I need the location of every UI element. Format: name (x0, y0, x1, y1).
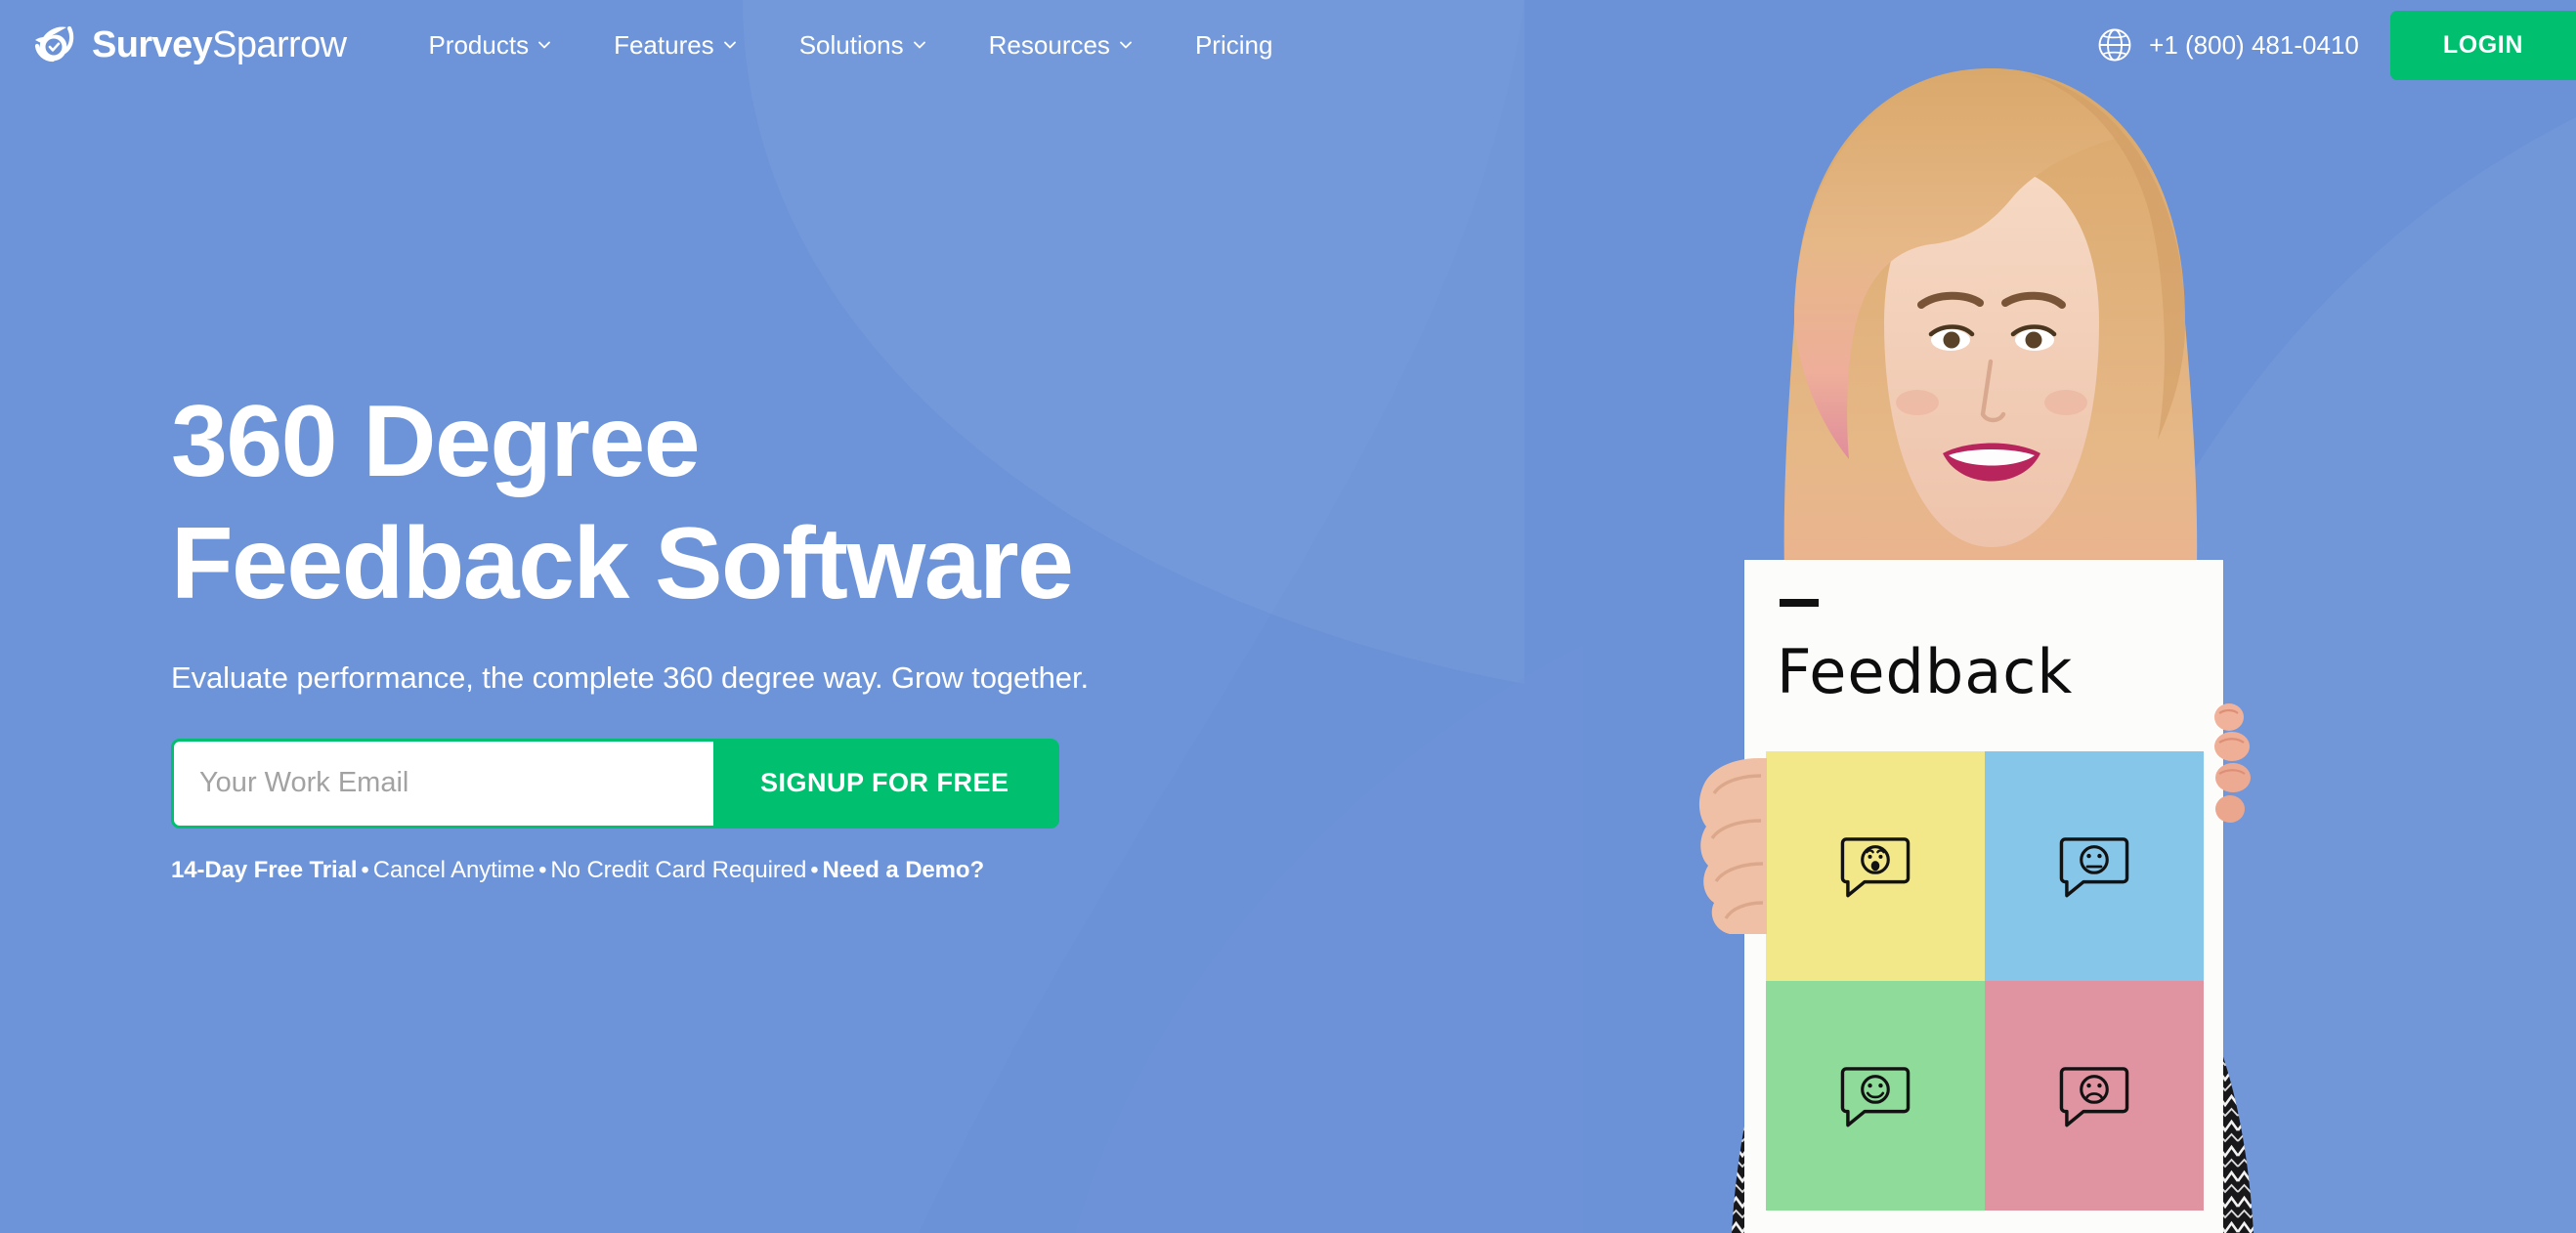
trial-no-credit-card: No Credit Card Required (550, 856, 807, 883)
chevron-down-icon (1119, 38, 1133, 52)
neutral-face-bubble-icon (2059, 836, 2129, 897)
trial-cancel-anytime: Cancel Anytime (372, 856, 536, 883)
logo[interactable]: SurveySparrow (29, 21, 347, 69)
nav-label-solutions: Solutions (798, 29, 904, 60)
hero-subheadline: Evaluate performance, the complete 360 d… (171, 659, 1089, 695)
chevron-down-icon (913, 38, 926, 52)
quadrant-sad (1985, 981, 2204, 1211)
nav-item-products[interactable]: Products (397, 30, 582, 61)
nav-item-features[interactable]: Features (582, 30, 768, 61)
page-title: 360 Degree Feedback Software (171, 381, 1588, 625)
logo-wordmark: SurveySparrow (92, 23, 347, 66)
sparrow-bird-check-logo-icon (29, 21, 78, 69)
headline-line-2: Feedback Software (171, 506, 1074, 620)
feedback-quadrant-grid (1766, 751, 2204, 1211)
login-button[interactable]: LOGIN (2389, 10, 2576, 80)
board-title: Feedback (1777, 636, 2074, 707)
right-hand (2214, 703, 2251, 823)
chevron-down-icon (723, 38, 737, 52)
hero-copy: 360 Degree Feedback Software Evaluate pe… (171, 381, 1588, 884)
signup-form: SIGNUP FOR FREE (171, 738, 1059, 829)
headline-line-1: 360 Degree (171, 385, 701, 498)
phone-number[interactable]: +1 (800) 481-0410 (2149, 30, 2359, 61)
globe-icon[interactable] (2096, 26, 2133, 64)
nav-label-resources: Resources (988, 29, 1110, 60)
logo-word-sparrow: Sparrow (212, 23, 347, 65)
happy-face-bubble-icon (1840, 1066, 1911, 1127)
need-a-demo-link[interactable]: Need a Demo? (823, 857, 985, 883)
chevron-down-icon (537, 38, 551, 52)
left-hand (1698, 758, 1767, 934)
surprised-face-bubble-icon (1840, 836, 1911, 897)
nav-label-products: Products (428, 29, 530, 60)
nav-item-pricing[interactable]: Pricing (1164, 30, 1304, 61)
quadrant-neutral (1985, 751, 2204, 981)
trial-info: 14-Day Free Trial • Cancel Anytime • No Cred… (171, 857, 1588, 884)
nav-item-solutions[interactable]: Solutions (768, 30, 958, 61)
trial-separator-1: • (361, 856, 369, 883)
hero-section: 360 Degree Feedback Software Evaluate pe… (0, 0, 2576, 1233)
email-field[interactable] (174, 741, 713, 826)
board-dash-mark (1780, 599, 1819, 607)
main-navigation: Products Features Solutions Resources Pr… (397, 30, 1304, 61)
trial-separator-2: • (538, 856, 547, 883)
quadrant-happy (1766, 981, 1985, 1211)
sad-face-bubble-icon (2059, 1066, 2129, 1127)
nav-label-features: Features (614, 29, 714, 60)
quadrant-surprised (1766, 751, 1985, 981)
header-actions: +1 (800) 481-0410 LOGIN (2096, 10, 2576, 80)
site-header: SurveySparrow Products Features Solution… (0, 0, 2576, 90)
nav-item-resources[interactable]: Resources (958, 30, 1164, 61)
feedback-board: Feedback (1744, 560, 2223, 1233)
trial-separator-3: • (810, 856, 819, 883)
signup-button[interactable]: SIGNUP FOR FREE (713, 741, 1056, 826)
nav-label-pricing: Pricing (1194, 29, 1273, 60)
logo-word-survey: Survey (92, 23, 213, 65)
trial-badge-14-day: 14-Day Free Trial (171, 856, 358, 883)
